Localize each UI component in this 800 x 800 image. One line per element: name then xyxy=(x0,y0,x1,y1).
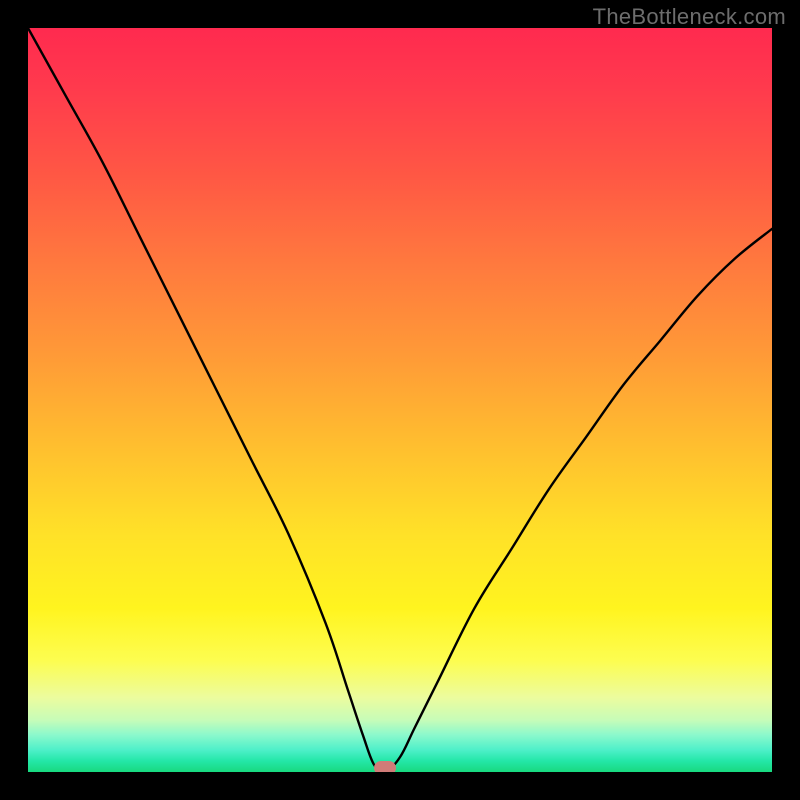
watermark-text: TheBottleneck.com xyxy=(593,4,786,30)
plot-area xyxy=(28,28,772,772)
chart-frame: TheBottleneck.com xyxy=(0,0,800,800)
optimum-marker xyxy=(374,761,396,772)
bottleneck-curve xyxy=(28,28,772,772)
